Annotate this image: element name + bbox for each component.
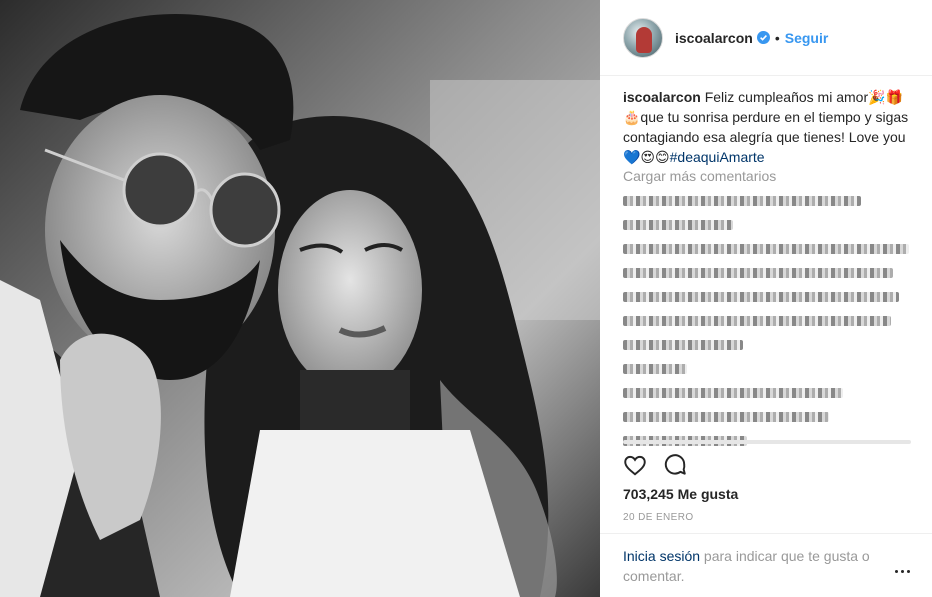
login-prompt: Inicia sesión para indicar que te gusta … [623, 546, 893, 586]
blurred-comment [623, 364, 687, 374]
comments-scrollbar[interactable] [623, 440, 911, 444]
blurred-comment [623, 244, 909, 254]
blurred-comment [623, 388, 843, 398]
post-header: iscoalarcon • Seguir [600, 0, 932, 76]
heart-icon[interactable] [622, 452, 648, 478]
blurred-comment [623, 292, 899, 302]
login-link[interactable]: Inicia sesión [623, 548, 700, 564]
likes-label: Me gusta [677, 486, 739, 502]
likes-count[interactable]: 703,245 Me gusta [623, 486, 738, 502]
blurred-comment [623, 412, 829, 422]
divider [600, 533, 932, 534]
blurred-comment [623, 220, 733, 230]
caption-username[interactable]: iscoalarcon [623, 89, 701, 105]
post-caption: iscoalarcon Feliz cumpleaños mi amor🎉🎁🎂q… [623, 87, 915, 167]
blurred-comment [623, 316, 891, 326]
separator-dot: • [774, 29, 780, 46]
post-actions [622, 452, 688, 478]
post-photo[interactable] [0, 0, 600, 597]
post-date: 20 DE ENERO [623, 512, 694, 523]
blurred-comments-list [623, 196, 913, 460]
photo-illustration [0, 0, 600, 597]
likes-number: 703,245 [623, 486, 674, 502]
verified-badge-icon [756, 31, 770, 44]
blurred-comment [623, 196, 861, 206]
more-options-icon[interactable] [895, 566, 913, 576]
user-avatar[interactable] [623, 17, 663, 58]
comment-icon[interactable] [662, 452, 688, 478]
caption-hashtag-link[interactable]: #deaquiAmarte [670, 149, 765, 165]
blurred-comment [623, 340, 743, 350]
header-username[interactable]: iscoalarcon [675, 30, 753, 46]
post-details-panel: iscoalarcon • Seguir iscoalarcon Feliz c… [600, 0, 932, 597]
load-more-comments-link[interactable]: Cargar más comentarios [623, 168, 776, 184]
follow-button[interactable]: Seguir [785, 30, 829, 46]
blurred-comment [623, 268, 893, 278]
